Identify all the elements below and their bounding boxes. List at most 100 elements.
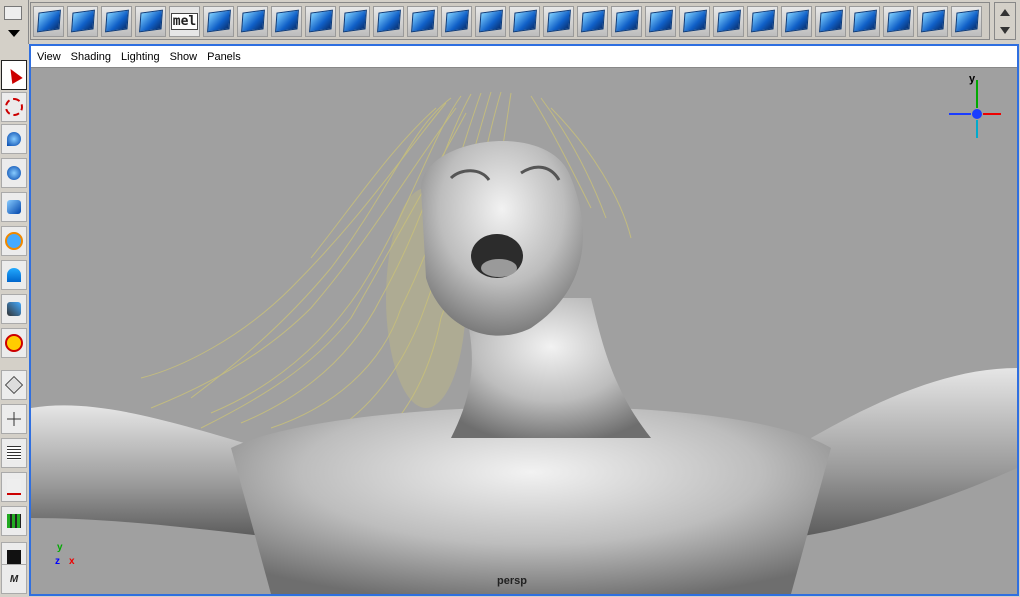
perspective-layout-icon (4, 375, 24, 395)
extrude-face-button[interactable] (441, 5, 472, 37)
extract-icon (750, 9, 775, 33)
axis-x-label: x (69, 556, 75, 567)
mel-button[interactable]: mel (169, 5, 200, 37)
poly-cube-button[interactable] (67, 5, 98, 37)
last-tool-button[interactable] (1, 328, 27, 358)
combine-button[interactable] (305, 5, 336, 37)
channel-layout-icon (7, 550, 21, 564)
outliner-layout-button[interactable] (1, 438, 27, 468)
maya-logo: M (1, 564, 27, 594)
poly-cylinder-icon (104, 9, 129, 33)
poly-cube-icon (70, 9, 95, 33)
cylindrical-mapping-button[interactable] (883, 5, 914, 37)
mirror-button[interactable] (815, 5, 846, 37)
menu-panels[interactable]: Panels (207, 51, 241, 63)
subdivide-icon (716, 9, 741, 33)
shelf-menu-dropdown-icon[interactable] (8, 30, 20, 37)
soft-mod-icon (7, 268, 21, 282)
automatic-mapping-button[interactable] (951, 5, 982, 37)
paint-select-tool-button[interactable] (1, 124, 27, 154)
boolean-button[interactable] (373, 5, 404, 37)
shelf-scroll[interactable] (994, 2, 1016, 40)
duplicate-face-button[interactable] (781, 5, 812, 37)
poly-pipe-icon (274, 9, 299, 33)
select-tool-button[interactable] (1, 60, 27, 90)
view-axis-gizmo[interactable] (949, 80, 1001, 138)
tongue (481, 259, 517, 277)
wedge-face-button[interactable] (611, 5, 642, 37)
shelf: mel (30, 2, 990, 40)
outliner-icon (7, 446, 21, 460)
smooth-button[interactable] (407, 5, 438, 37)
extract-button[interactable] (747, 5, 778, 37)
lasso-tool-button[interactable] (1, 92, 27, 122)
rotate-tool-button[interactable] (1, 192, 27, 222)
poly-cone-button[interactable] (135, 5, 166, 37)
merge-vertices-button[interactable] (679, 5, 710, 37)
duplicate-face-icon (784, 9, 809, 33)
toolbox: M (0, 60, 28, 597)
bevel-button[interactable] (543, 5, 574, 37)
planar-mapping-button[interactable] (849, 5, 880, 37)
automatic-mapping-icon (954, 9, 979, 33)
axis-z-label: z (55, 556, 60, 567)
view-gizmo-y-label: y (969, 73, 976, 85)
spherical-mapping-icon (920, 9, 945, 33)
smooth-icon (410, 9, 435, 33)
menu-show[interactable]: Show (170, 51, 198, 63)
move-tool-button[interactable] (1, 158, 27, 188)
poly-torus-button[interactable] (237, 5, 268, 37)
poly-sphere-button[interactable] (33, 5, 64, 37)
graph-layout-icon (7, 479, 21, 495)
scale-tool-button[interactable] (1, 226, 27, 256)
hypershade-layout-button[interactable] (1, 506, 27, 536)
extrude-face-icon (444, 9, 469, 33)
extrude-edge-icon (478, 9, 503, 33)
menu-lighting[interactable]: Lighting (121, 51, 160, 63)
maya-logo-icon: M (9, 573, 19, 585)
shelf-tabs-control (0, 0, 29, 44)
perspective-viewport[interactable]: View Shading Lighting Show Panels y y z … (29, 44, 1019, 596)
character-model-render[interactable] (31, 68, 1017, 594)
split-polygon-icon (512, 9, 537, 33)
four-view-layout-button[interactable] (1, 404, 27, 434)
axis-y-label: y (57, 542, 63, 553)
wedge-face-icon (614, 9, 639, 33)
bevel-icon (546, 9, 571, 33)
spherical-mapping-button[interactable] (917, 5, 948, 37)
soft-mod-tool-button[interactable] (1, 260, 27, 290)
persp-graph-layout-button[interactable] (1, 472, 27, 502)
mel-icon: mel (170, 12, 199, 30)
panel-menu-bar: View Shading Lighting Show Panels (31, 46, 1017, 68)
append-polygon-button[interactable] (577, 5, 608, 37)
four-view-icon (7, 412, 21, 426)
menu-shading[interactable]: Shading (71, 51, 111, 63)
cut-faces-button[interactable] (645, 5, 676, 37)
poly-plane-button[interactable] (203, 5, 234, 37)
merge-vertices-icon (682, 9, 707, 33)
last-tool-icon (5, 334, 23, 352)
manipulator-icon (7, 302, 21, 316)
shelf-scroll-down-icon[interactable] (1000, 27, 1010, 34)
shelf-scroll-up-icon[interactable] (1000, 9, 1010, 16)
single-perspective-layout-button[interactable] (1, 370, 27, 400)
separate-button[interactable] (339, 5, 370, 37)
shelf-tab-button[interactable] (4, 6, 22, 20)
paint-icon (7, 132, 21, 146)
poly-torus-icon (240, 9, 265, 33)
show-manipulator-button[interactable] (1, 294, 27, 324)
split-polygon-button[interactable] (509, 5, 540, 37)
rotate-icon (7, 200, 21, 214)
poly-pipe-button[interactable] (271, 5, 302, 37)
menu-view[interactable]: View (37, 51, 61, 63)
mirror-icon (818, 9, 843, 33)
subdivide-button[interactable] (713, 5, 744, 37)
hypershade-layout-icon (7, 514, 21, 528)
poly-plane-icon (206, 9, 231, 33)
cut-faces-icon (648, 9, 673, 33)
move-icon (7, 166, 21, 180)
extrude-edge-button[interactable] (475, 5, 506, 37)
poly-cylinder-button[interactable] (101, 5, 132, 37)
poly-cone-icon (138, 9, 163, 33)
separate-icon (342, 9, 367, 33)
